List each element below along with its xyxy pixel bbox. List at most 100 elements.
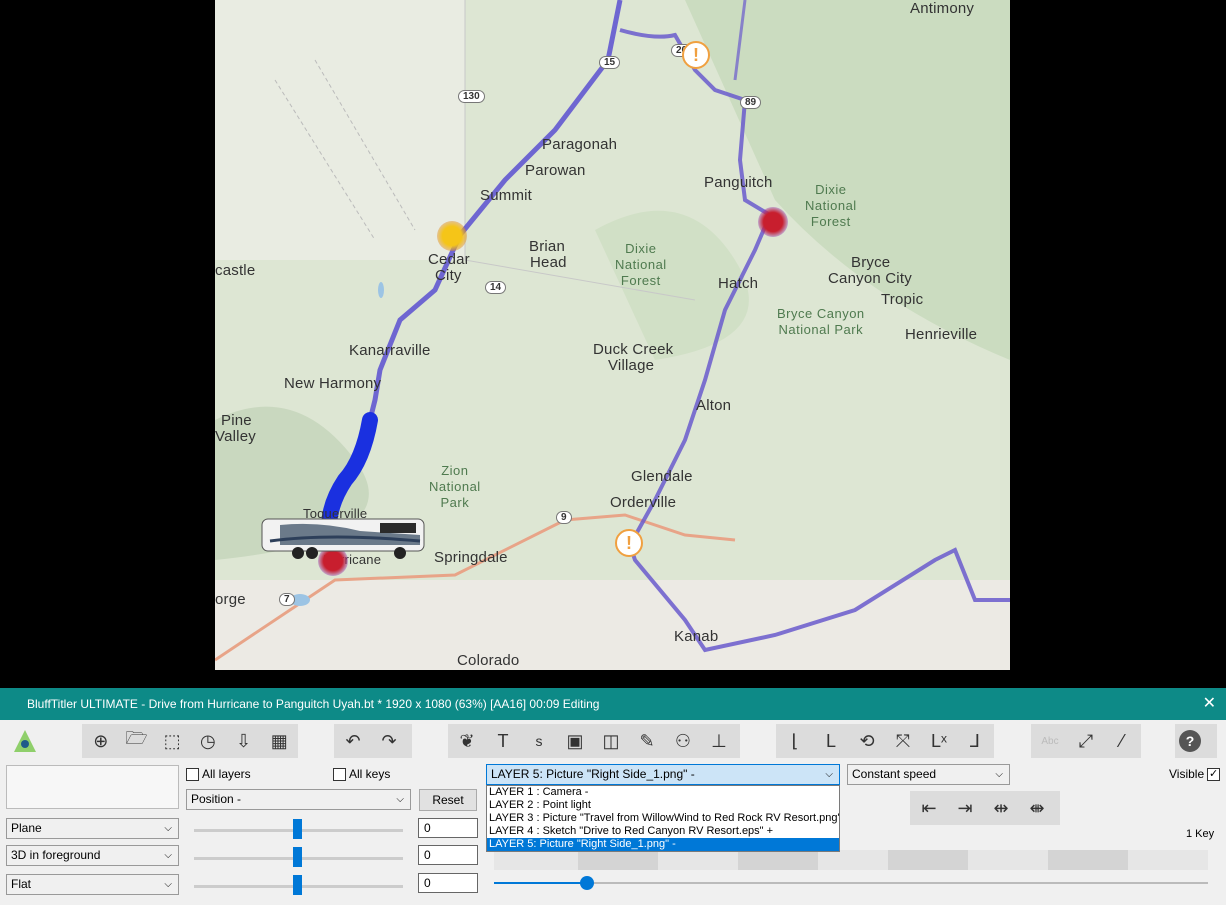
place-label: Parowan	[525, 162, 586, 179]
visible-checkbox[interactable]: Visible ✓	[1169, 767, 1221, 781]
place-label: Canyon City	[828, 270, 912, 287]
toolbar-group-effects: Abc ⤢ ⁄	[1031, 724, 1141, 758]
undo-icon[interactable]: ↶	[338, 726, 368, 756]
layer-option[interactable]: LAYER 4 : Sketch "Drive to Red Canyon RV…	[487, 825, 839, 838]
route-shield: 89	[740, 96, 762, 109]
value-y-input[interactable]: 0	[418, 845, 478, 865]
blob-icon[interactable]: ❦	[452, 726, 482, 756]
title-bar: BluffTitler ULTIMATE - Drive from Hurric…	[0, 688, 1226, 720]
last-key-icon[interactable]: ⇥	[950, 793, 980, 823]
close-icon[interactable]: ✕	[1203, 688, 1216, 720]
place-label: Duck Creek	[593, 341, 674, 358]
speed-select[interactable]: Constant speed ⌵	[847, 764, 1010, 785]
layer-option[interactable]: LAYER 3 : Picture "Travel from WillowWin…	[487, 812, 839, 825]
l-corner-icon[interactable]: ⅃	[960, 726, 990, 756]
place-label: Valley	[215, 428, 256, 445]
center-keys-icon[interactable]: ⇼	[1022, 793, 1052, 823]
place-label: City	[435, 267, 462, 284]
layer-a-icon[interactable]: ⌊	[780, 726, 810, 756]
spread-keys-icon[interactable]: ⇹	[986, 793, 1016, 823]
first-key-icon[interactable]: ⇤	[914, 793, 944, 823]
warning-icon: !	[615, 529, 643, 557]
layer-option[interactable]: LAYER 1 : Camera -	[487, 786, 839, 799]
place-label: Kanab	[674, 628, 719, 645]
place-label: Alton	[696, 397, 732, 414]
particles-icon[interactable]: ⚇	[668, 726, 698, 756]
select-frame-icon[interactable]: ⬚	[157, 726, 187, 756]
l-x-icon[interactable]: Lˣ	[924, 726, 954, 756]
place-label: Cedar	[428, 251, 470, 268]
key-navigation-group: ⇤ ⇥ ⇹ ⇼	[910, 791, 1060, 825]
place-label: Antimony	[910, 0, 975, 17]
layer-b-icon[interactable]: L	[816, 726, 846, 756]
image-icon[interactable]: ▣	[560, 726, 590, 756]
layer-option[interactable]: LAYER 2 : Point light	[487, 799, 839, 812]
place-label: Springdale	[434, 549, 508, 566]
shrink-icon[interactable]: ⤧	[888, 726, 918, 756]
text-grayed-icon: Abc	[1041, 735, 1059, 747]
place-label: Hatch	[718, 275, 759, 292]
all-keys-checkbox[interactable]: All keys	[333, 767, 390, 781]
depth-select[interactable]: 3D in foreground ⌵	[6, 845, 179, 866]
property-select[interactable]: Position - ⌵	[186, 789, 411, 810]
layer-preview	[6, 765, 179, 809]
place-label: Brian	[529, 238, 566, 255]
route-shield: 130	[458, 90, 485, 103]
park-label: Bryce Canyon National Park	[777, 306, 865, 337]
heart-marker-icon	[437, 221, 467, 251]
route-shield: 14	[485, 281, 507, 294]
place-label: Village	[608, 357, 655, 374]
warning-icon: !	[682, 41, 710, 69]
slider-y-thumb[interactable]	[293, 847, 302, 867]
place-label: Pine	[221, 412, 252, 429]
plot-icon[interactable]: ⊥	[704, 726, 734, 756]
import-folder-icon[interactable]: ⇩	[229, 726, 259, 756]
place-label: Kanarraville	[349, 342, 431, 359]
app-window: BluffTitler ULTIMATE - Drive from Hurric…	[0, 688, 1226, 905]
layer-option-selected[interactable]: LAYER 5: Picture "Right Side_1.png" -	[487, 838, 839, 851]
s-icon[interactable]: s	[524, 726, 554, 756]
redo-icon[interactable]: ↷	[374, 726, 404, 756]
toolbar-group-file: ⊕ 🗁 ⬚ ◷ ⇩ ▦	[82, 724, 298, 758]
picture-expand-icon[interactable]: ⤢	[1071, 726, 1101, 756]
pen-icon[interactable]: ✎	[632, 726, 662, 756]
timeline-strip[interactable]	[494, 850, 1208, 870]
help-icon[interactable]: ?	[1179, 730, 1201, 752]
place-label: Henrieville	[905, 326, 978, 343]
toolbar-group-history: ↶ ↷	[334, 724, 412, 758]
add-icon[interactable]: ⊕	[86, 726, 116, 756]
all-layers-checkbox[interactable]: All layers	[186, 767, 251, 781]
clock-icon[interactable]: ◷	[193, 726, 223, 756]
film-icon[interactable]: ▦	[264, 726, 294, 756]
route-shield: 9	[556, 511, 572, 524]
place-label: Glendale	[631, 468, 693, 485]
route-shield: 7	[279, 593, 295, 606]
cube-icon[interactable]: ◫	[596, 726, 626, 756]
place-label: Summit	[480, 187, 533, 204]
place-label: Tropic	[881, 291, 924, 308]
text-icon[interactable]: T	[488, 726, 518, 756]
layer-dropdown-list: LAYER 1 : Camera - LAYER 2 : Point light…	[486, 785, 840, 852]
plane-select[interactable]: Plane ⌵	[6, 818, 179, 839]
wand-icon[interactable]: ⁄	[1107, 726, 1137, 756]
character-marker-icon	[758, 207, 788, 237]
toolbar: ⊕ 🗁 ⬚ ◷ ⇩ ▦ ↶ ↷ ❦ T s ▣ ◫ ✎ ⚇ ⊥ ⌊ L ⟲ ⤧ …	[0, 720, 1226, 762]
place-label: orge	[215, 591, 246, 608]
open-folder-icon[interactable]: 🗁	[122, 726, 152, 756]
value-z-input[interactable]: 0	[418, 873, 478, 893]
value-x-input[interactable]: 0	[418, 818, 478, 838]
place-label: Colorado	[457, 652, 520, 669]
window-title: BluffTitler ULTIMATE - Drive from Hurric…	[27, 697, 600, 711]
time-slider-thumb[interactable]	[580, 876, 594, 890]
shading-select[interactable]: Flat ⌵	[6, 874, 179, 895]
route-shield: 15	[599, 56, 621, 69]
layer-select[interactable]: LAYER 5: Picture "Right Side_1.png" - ⌵	[486, 764, 840, 785]
reset-button[interactable]: Reset	[419, 789, 477, 811]
map-preview: Antimony Paragonah Parowan Summit Pangui…	[215, 0, 1010, 670]
slider-x-thumb[interactable]	[293, 819, 302, 839]
time-slider-track[interactable]	[494, 882, 1208, 884]
slider-z-thumb[interactable]	[293, 875, 302, 895]
place-label: Paragonah	[542, 136, 618, 153]
link-icon[interactable]: ⟲	[852, 726, 882, 756]
eye-logo-icon[interactable]	[10, 726, 40, 756]
